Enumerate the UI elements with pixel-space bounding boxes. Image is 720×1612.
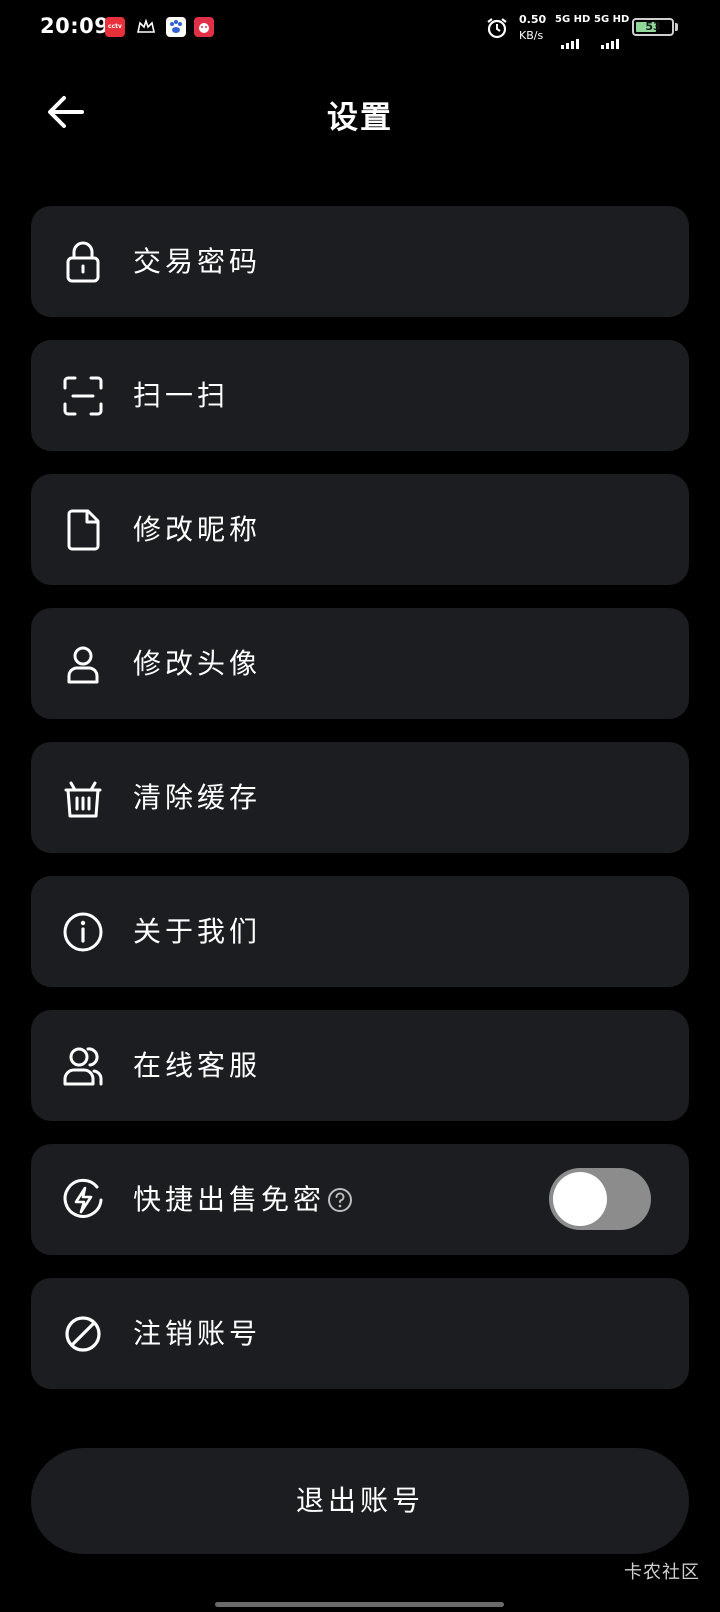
setting-label: 快捷出售免密 — [133, 1183, 326, 1216]
status-time: 20:09 — [40, 14, 110, 38]
crown-app-notification-icon — [136, 17, 156, 37]
status-bar: 20:09 cctv 0.50 KB/s 5G HD 5G HD 53 — [0, 0, 720, 56]
setting-label: 修改头像 — [133, 647, 262, 680]
alarm-icon — [486, 17, 508, 39]
battery-level-text: 53 — [645, 20, 661, 33]
signal-label-sim1: 5G HD — [555, 14, 591, 25]
user-icon — [61, 642, 105, 686]
setting-trade-password[interactable]: 交易密码 — [31, 206, 689, 317]
ban-icon — [61, 1312, 105, 1356]
setting-change-nickname[interactable]: 修改昵称 — [31, 474, 689, 585]
page-title: 设置 — [327, 100, 393, 136]
toggle-knob — [553, 1172, 607, 1226]
signal-label-sim2: 5G HD — [594, 14, 630, 25]
support-icon — [61, 1044, 105, 1088]
basket-icon — [61, 776, 105, 820]
home-indicator[interactable] — [215, 1602, 504, 1607]
setting-scan[interactable]: 扫一扫 — [31, 340, 689, 451]
battery-tip — [675, 23, 678, 31]
news-app-notification-icon: cctv — [105, 17, 125, 37]
info-icon — [61, 910, 105, 954]
setting-label: 清除缓存 — [133, 781, 262, 814]
game-app-notification-icon — [194, 17, 214, 37]
setting-label: 修改昵称 — [133, 513, 262, 546]
help-icon[interactable] — [327, 1187, 353, 1213]
setting-label: 在线客服 — [133, 1049, 262, 1082]
setting-online-support[interactable]: 在线客服 — [31, 1010, 689, 1121]
setting-label: 注销账号 — [133, 1317, 262, 1350]
logout-button[interactable]: 退出账号 — [31, 1448, 689, 1554]
battery-icon: 53 — [632, 18, 674, 36]
flash-icon — [61, 1178, 105, 1222]
header: 设置 — [0, 72, 720, 152]
network-speed: 0.50 KB/s — [519, 12, 546, 44]
lock-icon — [61, 240, 105, 284]
signal-bars-sim1-icon — [561, 30, 581, 49]
news-app-notification-label: cctv — [108, 23, 122, 30]
setting-clear-cache[interactable]: 清除缓存 — [31, 742, 689, 853]
setting-about-us[interactable]: 关于我们 — [31, 876, 689, 987]
scan-icon — [61, 374, 105, 418]
setting-delete-account[interactable]: 注销账号 — [31, 1278, 689, 1389]
watermark: 卡农社区 — [624, 1562, 700, 1583]
setting-label: 关于我们 — [133, 915, 262, 948]
setting-change-avatar[interactable]: 修改头像 — [31, 608, 689, 719]
setting-label: 扫一扫 — [133, 379, 230, 412]
quick-sell-toggle[interactable] — [549, 1168, 651, 1230]
network-speed-unit: KB/s — [519, 29, 544, 42]
signal-bars-sim2-icon — [601, 30, 621, 49]
network-speed-value: 0.50 — [519, 13, 547, 26]
setting-label: 交易密码 — [133, 245, 262, 278]
settings-list: 交易密码 扫一扫 修改昵称 修改头像 清除缓存 关于我们 在线客服 快捷出售免密… — [31, 206, 689, 1412]
setting-quick-sell-no-password: 快捷出售免密 — [31, 1144, 689, 1255]
document-icon — [61, 508, 105, 552]
paw-app-notification-icon — [166, 17, 186, 37]
